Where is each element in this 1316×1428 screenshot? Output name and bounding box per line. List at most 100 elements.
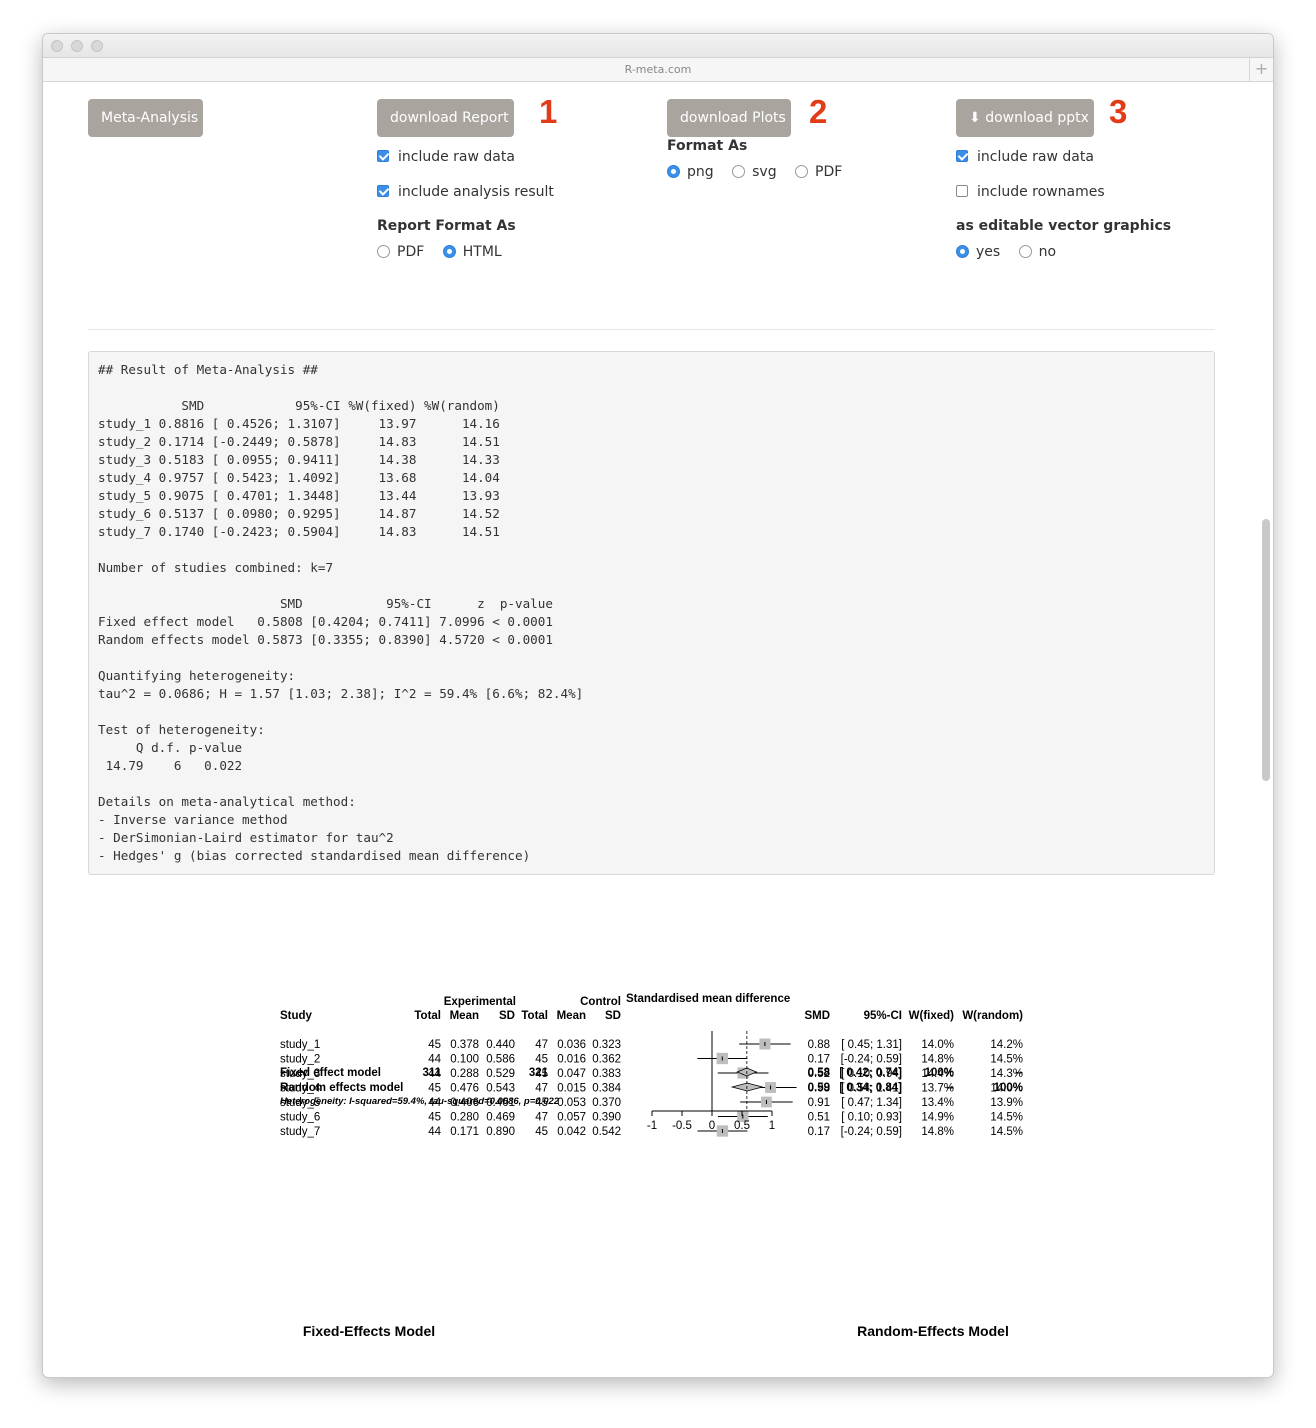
radio-unchecked-icon [732, 165, 746, 178]
forest-fixed-wrandom: -- [1015, 1067, 1023, 1079]
zoom-window-button[interactable] [91, 40, 103, 52]
vector-no-radio[interactable]: no [1018, 243, 1056, 261]
plot-format-radio-group: png svg PDF [667, 163, 856, 181]
forest-row-c-mean: 0.042 [557, 1126, 586, 1138]
close-window-button[interactable] [51, 40, 63, 52]
forest-row-c-sd: 0.370 [592, 1097, 621, 1109]
forest-row-ci: [ 0.47; 1.34] [841, 1097, 902, 1109]
meta-analysis-button[interactable]: Meta-Analysis [88, 99, 203, 137]
plot-format-svg-radio[interactable]: svg [732, 163, 777, 181]
funnel-random-title: Random-Effects Model [857, 1323, 1009, 1339]
forest-row-wfixed: 14.8% [921, 1126, 954, 1138]
include-raw-data-checkbox-report[interactable]: include raw data [377, 148, 515, 166]
forest-col-smd: SMD [804, 1010, 830, 1022]
radio-label: HTML [462, 244, 502, 260]
forest-row-wfixed: 14.9% [921, 1112, 954, 1124]
plot-format-png-radio[interactable]: png [667, 163, 714, 181]
forest-row-e-sd: 0.529 [486, 1068, 515, 1080]
forest-row-ci: [-0.24; 0.59] [841, 1126, 902, 1138]
forest-row-ci: [ 0.10; 0.93] [841, 1112, 902, 1124]
radio-label: svg [752, 164, 777, 180]
vector-yes-radio[interactable]: yes [956, 243, 1000, 261]
checkbox-label: include rownames [977, 184, 1105, 200]
download-pptx-button[interactable]: ⬇︎ download pptx [956, 99, 1094, 137]
forest-row-wrandom: 13.9% [990, 1097, 1023, 1109]
forest-row-e-mean: 0.100 [450, 1054, 479, 1066]
meta-analysis-result-output: ## Result of Meta-Analysis ## SMD 95%-CI… [88, 351, 1215, 875]
checkbox-checked-icon [956, 150, 968, 162]
forest-fixed-wfixed: 100% [925, 1067, 954, 1079]
forest-row-wrandom: 14.5% [990, 1054, 1023, 1066]
include-rownames-checkbox[interactable]: include rownames [956, 183, 1105, 201]
new-tab-icon[interactable]: + [1249, 58, 1273, 81]
report-format-radio-group: PDF HTML [377, 243, 516, 261]
radio-unchecked-icon [377, 245, 390, 258]
forest-row-e-sd: 0.586 [486, 1054, 515, 1066]
address-bar[interactable]: R-meta.com + [43, 58, 1273, 82]
checkbox-label: include raw data [398, 149, 515, 165]
forest-row-wfixed: 14.0% [921, 1039, 954, 1051]
forest-row-c-sd: 0.323 [592, 1039, 621, 1051]
forest-col-sd-e: SD [499, 1010, 515, 1022]
forest-row-e-mean: 0.378 [450, 1039, 479, 1051]
forest-x-tick-label: 0 [709, 1120, 715, 1132]
forest-header-experimental: Experimental [444, 996, 516, 1008]
funnel-fixed-title: Fixed-Effects Model [303, 1323, 435, 1339]
url-text: R-meta.com [624, 63, 692, 76]
forest-row-smd: 0.91 [808, 1097, 830, 1109]
report-format-pdf-radio[interactable]: PDF [377, 243, 424, 261]
forest-x-tick-label: 0.5 [734, 1120, 750, 1132]
forest-row-e-mean: 0.288 [450, 1068, 479, 1080]
report-format-html-radio[interactable]: HTML [442, 243, 502, 261]
forest-fixed-smd: 0.58 [808, 1067, 831, 1079]
radio-checked-icon [667, 165, 680, 178]
forest-row-wrandom: 14.5% [990, 1112, 1023, 1124]
forest-row-study: study_2 [280, 1054, 320, 1066]
forest-row-c-mean: 0.047 [557, 1068, 586, 1080]
vector-graphics-radio-group: yes no [956, 243, 1070, 261]
forest-plot: Experimental Control Standardised mean dif… [280, 993, 1023, 1138]
checkbox-label: include analysis result [398, 184, 554, 200]
checkbox-checked-icon [377, 150, 389, 162]
radio-label: PDF [397, 244, 425, 260]
forest-x-tick-label: -0.5 [672, 1120, 692, 1132]
forest-random-label: Random effects model [280, 1082, 403, 1094]
step-number-1: 1 [539, 93, 558, 130]
forest-row-e-sd: 0.543 [486, 1083, 515, 1095]
forest-row-ci: [ 0.45; 1.31] [841, 1039, 902, 1051]
forest-row-study: study_7 [280, 1126, 320, 1138]
download-report-button[interactable]: download Report [377, 99, 514, 137]
checkbox-unchecked-icon [956, 185, 968, 197]
forest-row-wfixed: 13.4% [921, 1097, 954, 1109]
forest-row-c-sd: 0.362 [592, 1054, 621, 1066]
forest-random-wfixed: -- [946, 1082, 954, 1094]
forest-row-c-total: 45 [535, 1126, 548, 1138]
forest-row-c-mean: 0.057 [557, 1112, 586, 1124]
forest-row-wrandom: 14.2% [990, 1039, 1023, 1051]
vertical-scrollbar[interactable] [1262, 519, 1270, 781]
step-number-3: 3 [1109, 93, 1128, 130]
plot-format-pdf-radio[interactable]: PDF [795, 163, 842, 181]
download-plots-button[interactable]: download Plots [667, 99, 791, 137]
forest-header-smd: Standardised mean difference [626, 993, 790, 1005]
step-number-2: 2 [809, 93, 828, 130]
checkbox-label: include raw data [977, 149, 1094, 165]
minimize-window-button[interactable] [71, 40, 83, 52]
forest-row-e-mean: 0.171 [450, 1126, 479, 1138]
report-format-label: Report Format As [377, 218, 516, 234]
page-content: Meta-Analysis download Report 1 include … [43, 83, 1273, 1377]
forest-row-c-mean: 0.053 [557, 1097, 586, 1109]
include-raw-data-checkbox-pptx[interactable]: include raw data [956, 148, 1094, 166]
checkbox-checked-icon [377, 185, 389, 197]
forest-random-smd: 0.59 [808, 1082, 830, 1094]
forest-random-ci: [ 0.34; 0.84] [839, 1082, 902, 1094]
forest-row-e-total: 45 [428, 1083, 441, 1095]
radio-checked-icon [956, 245, 969, 258]
forest-row-e-total: 44 [428, 1054, 441, 1066]
forest-fixed-e-total: 311 [422, 1067, 441, 1079]
forest-col-total-c: Total [521, 1010, 548, 1022]
radio-unchecked-icon [795, 165, 809, 178]
include-analysis-result-checkbox[interactable]: include analysis result [377, 183, 554, 201]
vector-graphics-label: as editable vector graphics [956, 218, 1172, 234]
forest-col-wfixed: W(fixed) [909, 1010, 955, 1022]
